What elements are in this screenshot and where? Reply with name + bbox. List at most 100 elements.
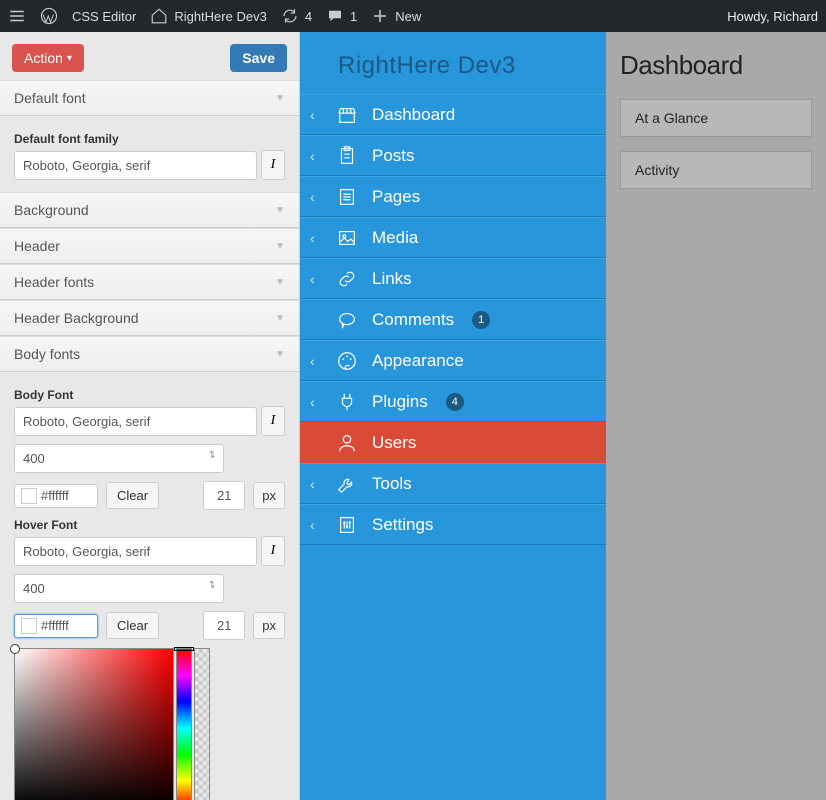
hamburger-icon xyxy=(8,7,26,25)
sliders-icon xyxy=(336,514,358,536)
plug-icon xyxy=(336,391,358,413)
section-header-fonts[interactable]: Header fonts▼ xyxy=(0,264,299,300)
menu-toggle[interactable] xyxy=(8,7,26,25)
nav-item-label: Appearance xyxy=(372,351,464,371)
hover-font-family-input[interactable] xyxy=(14,537,257,566)
color-picker[interactable] xyxy=(14,648,210,800)
default-font-family-label: Default font family xyxy=(14,132,285,146)
new-link[interactable]: New xyxy=(371,7,421,25)
nav-item-label: Media xyxy=(372,228,418,248)
default-font-family-input[interactable] xyxy=(14,151,257,180)
nav-item-label: Settings xyxy=(372,515,433,535)
store-icon xyxy=(336,104,358,126)
hue-handle[interactable] xyxy=(174,647,194,651)
dashboard-widget[interactable]: Activity xyxy=(620,151,812,189)
admin-menu: RightHere Dev3 ‹Dashboard‹Posts‹Pages‹Me… xyxy=(300,32,606,800)
css-editor-panel: Action Save Default font▼ Default font f… xyxy=(0,32,300,800)
nav-item-users[interactable]: Users xyxy=(300,422,606,463)
color-handle[interactable] xyxy=(10,644,20,654)
dashboard-widget[interactable]: At a Glance xyxy=(620,99,812,137)
chevron-left-icon: ‹ xyxy=(310,271,322,287)
badge: 1 xyxy=(472,311,490,329)
nav-item-settings[interactable]: ‹ Settings xyxy=(300,504,606,545)
badge: 4 xyxy=(446,393,464,411)
chevron-down-icon: ▼ xyxy=(275,241,285,252)
dashboard-panel: Dashboard At a Glance Activity xyxy=(606,32,826,800)
section-body-fonts[interactable]: Body fonts▼ xyxy=(0,336,299,372)
page-icon xyxy=(336,186,358,208)
save-button[interactable]: Save xyxy=(230,44,287,72)
refresh-icon xyxy=(281,7,299,25)
user-icon xyxy=(336,432,358,454)
nav-item-tools[interactable]: ‹ Tools xyxy=(300,463,606,504)
body-font-family-input[interactable] xyxy=(14,407,257,436)
palette-icon xyxy=(336,350,358,372)
italic-toggle[interactable]: I xyxy=(261,150,285,180)
chevron-left-icon: ‹ xyxy=(310,230,322,246)
clear-button[interactable]: Clear xyxy=(106,482,159,509)
css-editor-link[interactable]: CSS Editor xyxy=(72,9,136,24)
nav-item-plugins[interactable]: ‹ Plugins 4 xyxy=(300,381,606,422)
nav-site-title: RightHere Dev3 xyxy=(300,32,606,94)
nav-item-links[interactable]: ‹ Links xyxy=(300,258,606,299)
italic-toggle[interactable]: I xyxy=(261,536,285,566)
hover-font-size-input[interactable] xyxy=(203,611,245,640)
comment-icon xyxy=(336,309,358,331)
chevron-left-icon: ‹ xyxy=(310,517,322,533)
nav-item-dashboard[interactable]: ‹ Dashboard xyxy=(300,94,606,135)
nav-item-label: Pages xyxy=(372,187,420,207)
page-title: Dashboard xyxy=(620,50,812,81)
nav-item-posts[interactable]: ‹ Posts xyxy=(300,135,606,176)
hover-color-input[interactable] xyxy=(14,614,98,638)
color-picker-hue[interactable] xyxy=(176,648,192,800)
chevron-left-icon: ‹ xyxy=(310,107,322,123)
comments-link[interactable]: 1 xyxy=(326,7,357,25)
italic-toggle[interactable]: I xyxy=(261,406,285,436)
nav-item-label: Posts xyxy=(372,146,415,166)
nav-item-label: Dashboard xyxy=(372,105,455,125)
chevron-left-icon: ‹ xyxy=(310,476,322,492)
link-icon xyxy=(336,268,358,290)
chevron-left-icon: ‹ xyxy=(310,394,322,410)
hover-font-label: Hover Font xyxy=(14,518,285,532)
section-header[interactable]: Header▼ xyxy=(0,228,299,264)
site-link[interactable]: RightHere Dev3 xyxy=(150,7,267,25)
unit-button[interactable]: px xyxy=(253,482,285,509)
body-font-size-input[interactable] xyxy=(203,481,245,510)
chevron-down-icon: ▼ xyxy=(275,349,285,360)
body-font-weight-select[interactable]: 400 xyxy=(14,444,224,473)
section-header-background[interactable]: Header Background▼ xyxy=(0,300,299,336)
section-default-font[interactable]: Default font▼ xyxy=(0,80,299,116)
chevron-left-icon: ‹ xyxy=(310,148,322,164)
hover-font-weight-select[interactable]: 400 xyxy=(14,574,224,603)
nav-item-media[interactable]: ‹ Media xyxy=(300,217,606,258)
nav-item-label: Plugins xyxy=(372,392,428,412)
unit-button[interactable]: px xyxy=(253,612,285,639)
nav-item-label: Links xyxy=(372,269,412,289)
home-icon xyxy=(150,7,168,25)
section-background[interactable]: Background▼ xyxy=(0,192,299,228)
color-swatch xyxy=(21,618,37,634)
wordpress-icon xyxy=(40,7,58,25)
body-color-input[interactable] xyxy=(14,484,98,508)
clear-button[interactable]: Clear xyxy=(106,612,159,639)
chevron-down-icon: ▼ xyxy=(275,313,285,324)
body-font-label: Body Font xyxy=(14,388,285,402)
nav-item-appearance[interactable]: ‹Appearance xyxy=(300,340,606,381)
color-picker-alpha[interactable] xyxy=(194,648,210,800)
admin-bar: CSS Editor RightHere Dev3 4 1 New Howdy,… xyxy=(0,0,826,32)
image-icon xyxy=(336,227,358,249)
action-button[interactable]: Action xyxy=(12,44,84,72)
howdy-user[interactable]: Howdy, Richard xyxy=(727,9,818,24)
nav-item-label: Tools xyxy=(372,474,412,494)
chevron-down-icon: ▼ xyxy=(275,93,285,104)
plus-icon xyxy=(371,7,389,25)
body-color-text[interactable] xyxy=(41,488,91,503)
color-swatch xyxy=(21,488,37,504)
color-picker-saturation[interactable] xyxy=(14,648,174,800)
nav-item-comments[interactable]: Comments1 xyxy=(300,299,606,340)
wordpress-logo[interactable] xyxy=(40,7,58,25)
nav-item-pages[interactable]: ‹Pages xyxy=(300,176,606,217)
hover-color-text[interactable] xyxy=(41,618,91,633)
updates-link[interactable]: 4 xyxy=(281,7,312,25)
